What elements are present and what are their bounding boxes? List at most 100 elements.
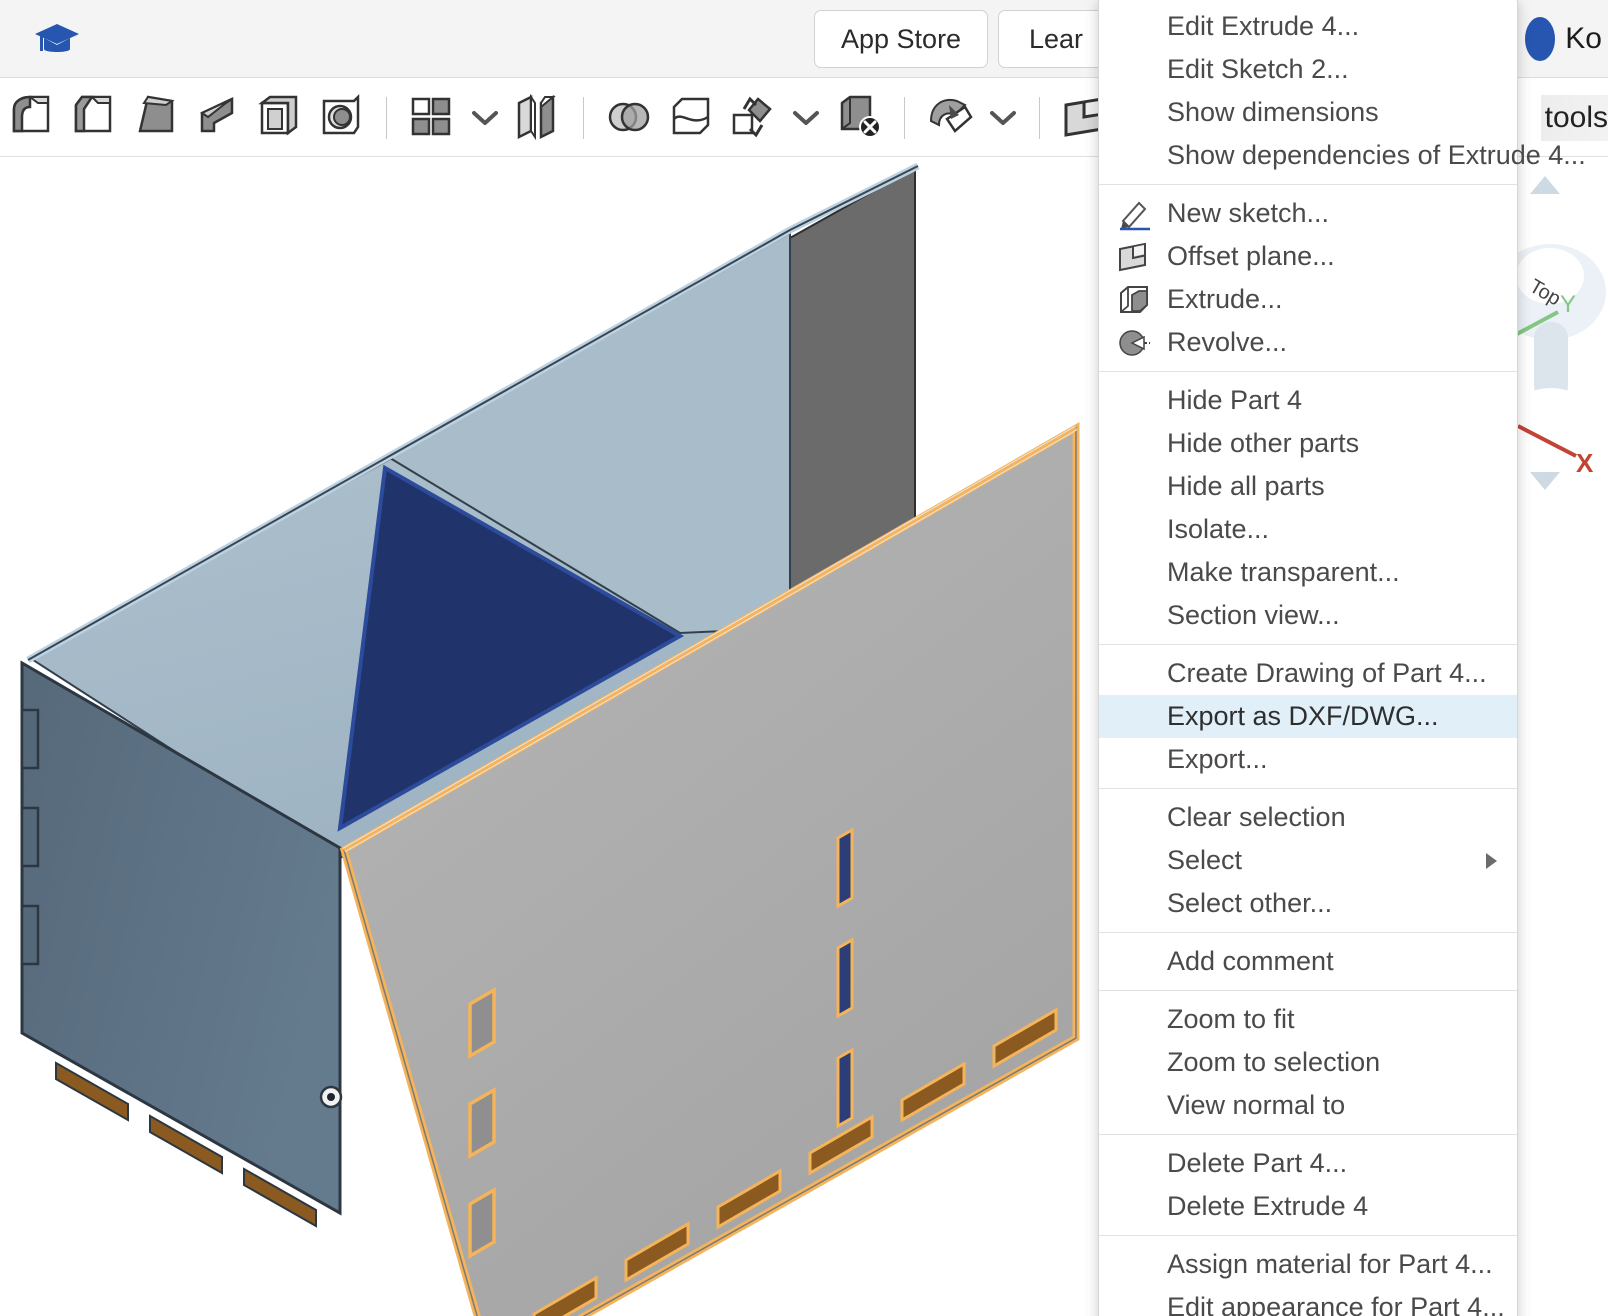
boolean-icon	[608, 102, 650, 131]
menu-item-export[interactable]: Export...	[1099, 738, 1517, 781]
menu-item-label: Revolve...	[1167, 327, 1288, 357]
menu-item-label: Select other...	[1167, 888, 1333, 918]
menu-item-zoom-to-selection[interactable]: Zoom to selection	[1099, 1041, 1517, 1084]
toolbar-overflow-label[interactable]: tools	[1540, 95, 1608, 141]
chamfer-tool[interactable]	[62, 87, 124, 149]
menu-item-label: Section view...	[1167, 600, 1340, 630]
draft-tool[interactable]	[124, 87, 186, 149]
menu-item-hide-all-parts[interactable]: Hide all parts	[1099, 465, 1517, 508]
model-front-slots	[836, 827, 854, 1129]
menu-item-edit-sketch-2[interactable]: Edit Sketch 2...	[1099, 48, 1517, 91]
model-left-notches	[20, 708, 40, 966]
menu-item-select-other[interactable]: Select other...	[1099, 882, 1517, 925]
menu-item-label: Export as DXF/DWG...	[1167, 701, 1439, 731]
menu-item-offset-plane[interactable]: Offset plane...	[1099, 235, 1517, 278]
menu-item-hide-part-4[interactable]: Hide Part 4	[1099, 379, 1517, 422]
menu-item-label: Clear selection	[1167, 802, 1346, 832]
menu-item-label: Edit Sketch 2...	[1167, 54, 1349, 84]
menu-item-create-drawing-of-part-4[interactable]: Create Drawing of Part 4...	[1099, 652, 1517, 695]
boolean-tool[interactable]	[598, 87, 660, 149]
revolve-icon	[1117, 326, 1151, 360]
menu-separator	[1099, 932, 1517, 933]
menu-item-delete-extrude-4[interactable]: Delete Extrude 4	[1099, 1185, 1517, 1228]
menu-item-revolve[interactable]: Revolve...	[1099, 321, 1517, 364]
menu-item-select[interactable]: Select	[1099, 839, 1517, 882]
menu-item-hide-other-parts[interactable]: Hide other parts	[1099, 422, 1517, 465]
submenu-arrow-icon	[1486, 852, 1497, 869]
mirror-icon	[517, 93, 556, 140]
menu-item-label: Add comment	[1167, 946, 1334, 976]
menu-item-view-normal-to[interactable]: View normal to	[1099, 1084, 1517, 1127]
context-menu[interactable]: Edit Extrude 4... Edit Sketch 2... Show di…	[1098, 0, 1586, 1316]
hole-tool[interactable]	[310, 87, 372, 149]
triangle-up-icon	[1530, 176, 1560, 194]
menu-item-make-transparent[interactable]: Make transparent...	[1099, 551, 1517, 594]
menu-item-edit-extrude-4[interactable]: Edit Extrude 4...	[1099, 5, 1517, 48]
menu-item-clear-selection[interactable]: Clear selection	[1099, 796, 1517, 839]
pattern-dropdown-caret[interactable]	[463, 87, 507, 149]
menu-item-section-view[interactable]: Section view...	[1099, 594, 1517, 637]
mirror-tool[interactable]	[507, 87, 569, 149]
menu-item-label: Zoom to selection	[1167, 1047, 1381, 1077]
toolbar-divider	[583, 96, 584, 139]
menu-item-label: Show dependencies of Extrude 4...	[1167, 140, 1586, 170]
graduation-cap-icon[interactable]	[34, 22, 80, 58]
menu-item-label: Export...	[1167, 744, 1268, 774]
sheet-metal-tool[interactable]	[919, 87, 981, 149]
fillet-tool[interactable]	[0, 87, 62, 149]
shell-icon	[258, 95, 298, 135]
view-cube-y-label: Y	[1560, 291, 1576, 318]
menu-item-label: Delete Part 4...	[1167, 1148, 1348, 1178]
menu-item-label: Show dimensions	[1167, 97, 1379, 127]
avatar-icon[interactable]	[1525, 17, 1556, 61]
menu-separator	[1099, 788, 1517, 789]
menu-item-add-comment[interactable]: Add comment	[1099, 940, 1517, 983]
menu-item-show-dependencies-of-extrude-4[interactable]: Show dependencies of Extrude 4...	[1099, 134, 1586, 177]
sheet-metal-dropdown-caret[interactable]	[981, 87, 1025, 149]
chevron-down-icon	[990, 110, 1016, 125]
transform-icon	[732, 96, 772, 137]
pattern-tool[interactable]	[401, 87, 463, 149]
hole-icon	[322, 93, 360, 134]
split-tool[interactable]	[660, 87, 722, 149]
menu-item-delete-part-4[interactable]: Delete Part 4...	[1099, 1142, 1517, 1185]
rib-tool[interactable]	[186, 87, 248, 149]
extrude-icon	[1117, 283, 1151, 317]
menu-separator	[1099, 1134, 1517, 1135]
menu-item-label: New sketch...	[1167, 198, 1330, 228]
menu-item-label: Offset plane...	[1167, 241, 1335, 271]
menu-item-new-sketch[interactable]: New sketch...	[1099, 192, 1517, 235]
menu-item-label: Edit Extrude 4...	[1167, 11, 1360, 41]
chevron-down-icon	[472, 110, 498, 125]
offset-plane-icon	[1117, 240, 1151, 274]
menu-item-assign-material-for-part-4[interactable]: Assign material for Part 4...	[1099, 1243, 1517, 1286]
menu-item-show-dimensions[interactable]: Show dimensions	[1099, 91, 1517, 134]
account-name: Ko	[1565, 22, 1602, 55]
menu-item-edit-appearance-for-part-4[interactable]: Edit appearance for Part 4...	[1099, 1286, 1517, 1316]
delete-part-tool[interactable]	[828, 87, 890, 149]
account-area[interactable]: Ko	[1525, 14, 1608, 64]
menu-item-label: View normal to	[1167, 1090, 1346, 1120]
shell-tool[interactable]	[248, 87, 310, 149]
menu-item-label: Hide Part 4	[1167, 385, 1303, 415]
menu-item-label: Hide other parts	[1167, 428, 1360, 458]
transform-dropdown-caret[interactable]	[784, 87, 828, 149]
menu-item-label: Delete Extrude 4	[1167, 1191, 1369, 1221]
menu-item-zoom-to-fit[interactable]: Zoom to fit	[1099, 998, 1517, 1041]
menu-item-label: Create Drawing of Part 4...	[1167, 658, 1487, 688]
menu-item-label: Zoom to fit	[1167, 1004, 1295, 1034]
menu-item-export-as-dxf-dwg[interactable]: Export as DXF/DWG...	[1099, 695, 1517, 738]
app-store-label: App Store	[841, 23, 962, 54]
onshape-window: App Store Lear Ko tools Top Y X Edit Ext…	[0, 0, 1608, 1316]
menu-separator	[1099, 990, 1517, 991]
transform-tool[interactable]	[722, 87, 784, 149]
menu-item-label: Edit appearance for Part 4...	[1167, 1292, 1505, 1316]
split-icon	[672, 97, 710, 134]
draft-icon	[138, 95, 175, 132]
menu-item-isolate[interactable]: Isolate...	[1099, 508, 1517, 551]
delete-part-icon	[840, 95, 881, 138]
app-store-button[interactable]: App Store	[814, 10, 989, 68]
menu-item-extrude[interactable]: Extrude...	[1099, 278, 1517, 321]
menu-item-label: Select	[1167, 845, 1243, 875]
sheetmetal-icon	[929, 98, 973, 133]
